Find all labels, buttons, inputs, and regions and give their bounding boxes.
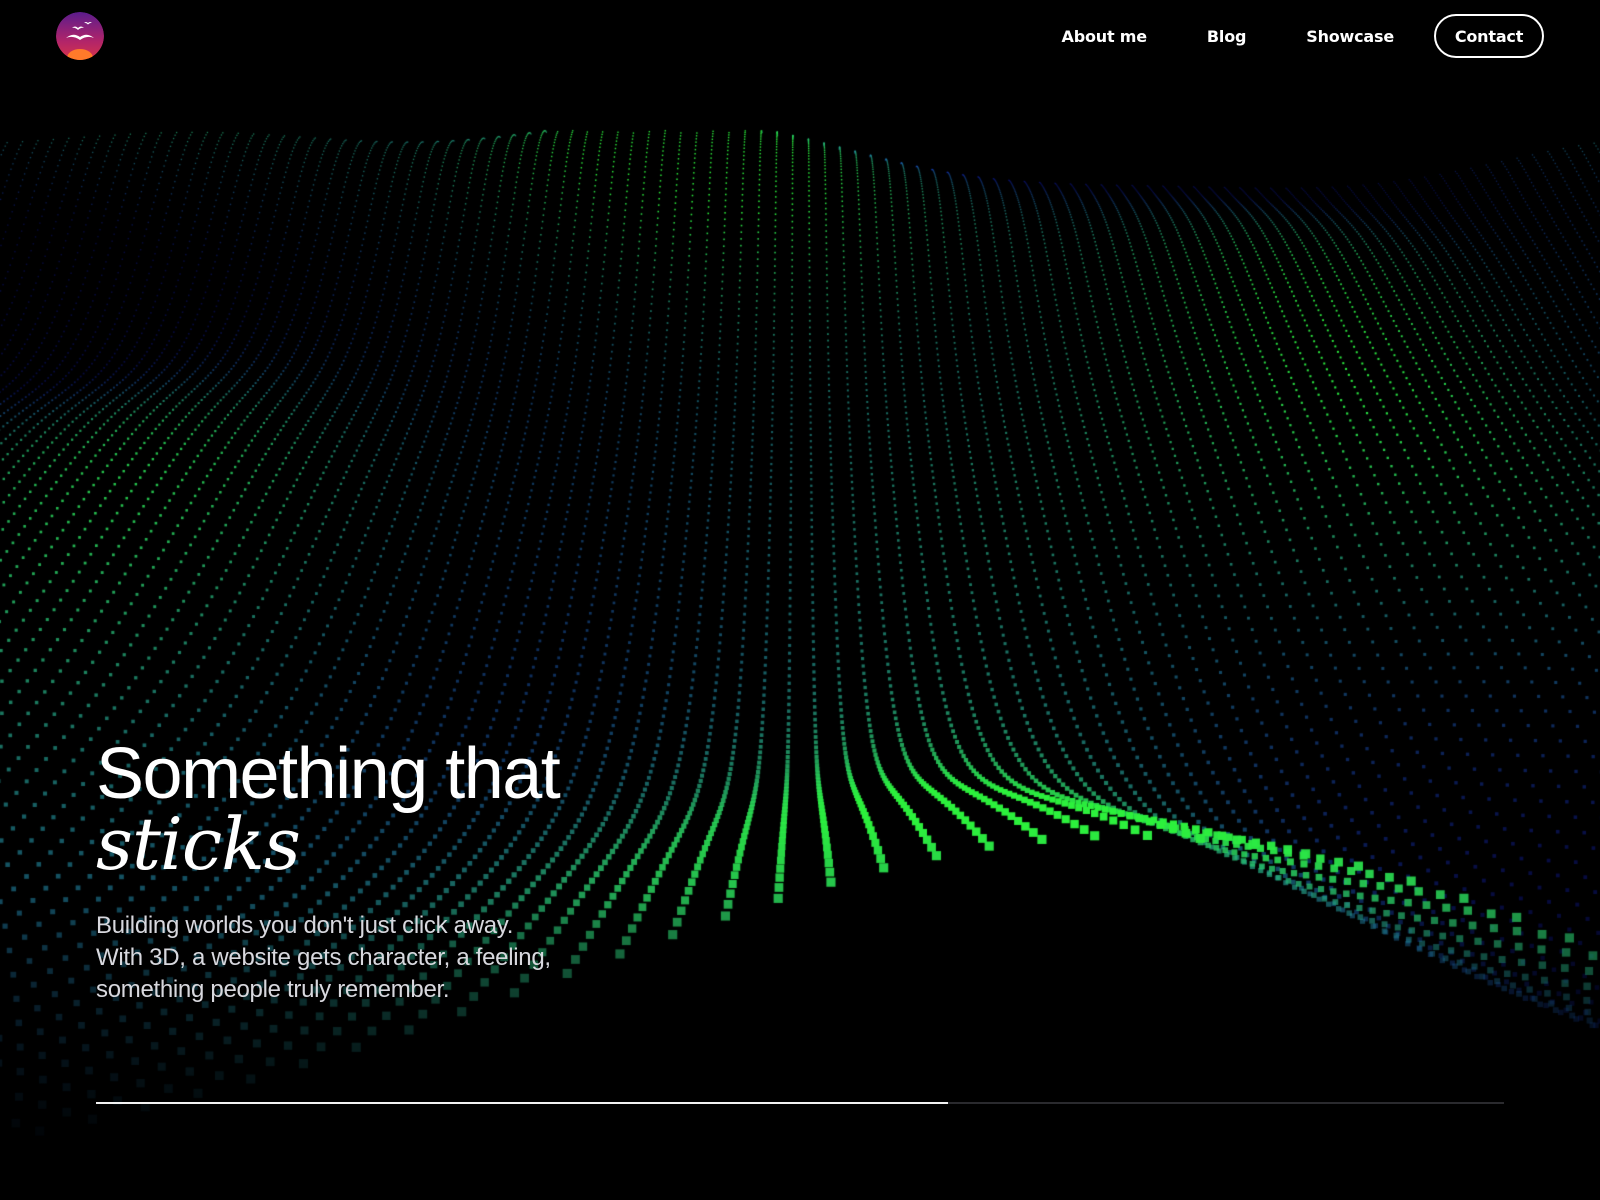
hero-title: Something that sticks [96, 734, 716, 886]
hero-subtitle: Building worlds you don't just click awa… [96, 910, 716, 1006]
contact-button[interactable]: Contact [1434, 14, 1544, 58]
seagulls-sunset-logo-icon [56, 12, 104, 60]
hero-title-line-1: Something that [96, 734, 561, 814]
nav-link-blog[interactable]: Blog [1207, 27, 1247, 46]
page: About me Blog Showcase Contact Something… [0, 0, 1600, 1200]
scroll-progress-track [96, 1102, 1504, 1104]
logo-link[interactable] [56, 12, 104, 60]
hero-subtitle-line-1: Building worlds you don't just click awa… [96, 912, 514, 939]
nav-link-showcase[interactable]: Showcase [1306, 27, 1394, 46]
main-nav: About me Blog Showcase Contact [1002, 12, 1544, 60]
particle-wave-background [0, 0, 1600, 1200]
hero-subtitle-line-2: With 3D, a website gets character, a fee… [96, 944, 551, 971]
nav-link-about-me[interactable]: About me [1062, 27, 1148, 46]
site-header: About me Blog Showcase Contact [0, 0, 1600, 80]
hero-subtitle-line-3: something people truly remember. [96, 976, 450, 1003]
hero-title-line-2: sticks [96, 802, 301, 886]
hero-section: Something that sticks Building worlds yo… [96, 734, 716, 1006]
scroll-progress-fill [96, 1102, 948, 1104]
